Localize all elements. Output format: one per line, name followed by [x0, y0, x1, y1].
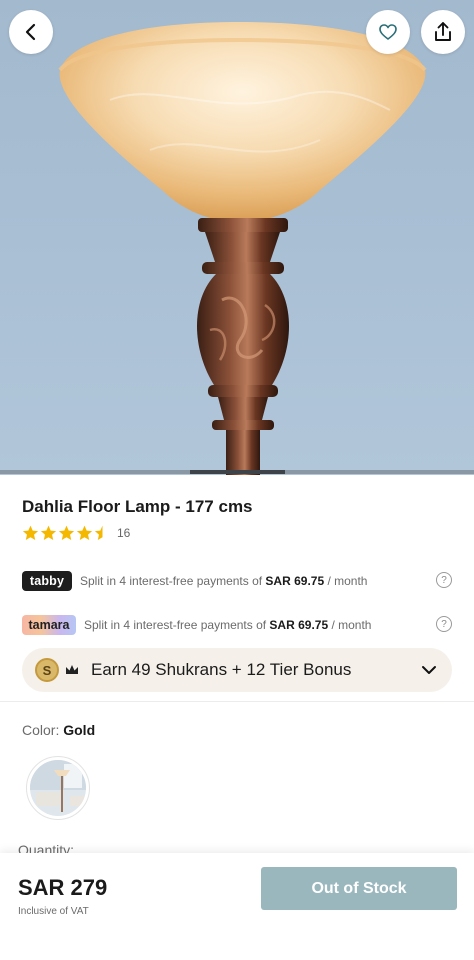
tabby-installment-text: Split in 4 interest-free payments of SAR…: [80, 574, 368, 588]
share-button[interactable]: [421, 10, 465, 54]
vat-note: Inclusive of VAT: [18, 906, 89, 917]
tabby-installment-row[interactable]: tabby Split in 4 interest-free payments …: [22, 570, 452, 592]
tabby-installment-amount: SAR 69.75: [265, 574, 325, 588]
section-divider: [0, 701, 474, 702]
chevron-down-icon[interactable]: [420, 661, 438, 679]
tabby-logo: tabby: [22, 571, 72, 591]
star-icon: [58, 525, 75, 540]
question-circle-icon[interactable]: ?: [436, 572, 452, 588]
product-image: [58, 22, 427, 475]
shukran-text: Earn 49 Shukrans + 12 Tier Bonus: [91, 660, 352, 679]
product-title: Dahlia Floor Lamp - 177 cms: [22, 497, 253, 516]
shukran-coin-icon: S: [35, 658, 59, 682]
color-swatch-thumbnail: [30, 760, 86, 816]
product-image-carousel[interactable]: [0, 0, 474, 475]
star-icon: [22, 525, 39, 540]
image-pager: [0, 470, 474, 474]
product-rating[interactable]: 16: [22, 525, 130, 541]
share-icon: [435, 22, 451, 41]
out-of-stock-button[interactable]: Out of Stock: [261, 867, 457, 910]
color-value: Gold: [63, 722, 96, 738]
tamara-logo: tamara: [22, 615, 76, 635]
star-half-icon: [94, 525, 111, 540]
chevron-left-icon: [25, 23, 36, 41]
star-icon: [40, 525, 57, 540]
crown-icon: [66, 665, 78, 674]
wishlist-button[interactable]: [366, 10, 410, 54]
image-pager-active: [190, 470, 285, 474]
star-icon: [76, 525, 93, 540]
tamara-installment-amount: SAR 69.75: [269, 618, 329, 632]
color-selector-label: Color: Gold: [22, 722, 96, 738]
question-circle-icon[interactable]: ?: [436, 616, 452, 632]
color-swatch-gold[interactable]: [26, 756, 90, 820]
tamara-installment-row[interactable]: tamara Split in 4 interest-free payments…: [22, 614, 452, 636]
back-button[interactable]: [9, 10, 53, 54]
review-count: 16: [117, 526, 131, 540]
shukran-rewards-banner[interactable]: S Earn 49 Shukrans + 12 Tier Bonus: [22, 648, 452, 692]
rating-stars: [22, 525, 111, 541]
tamara-installment-text: Split in 4 interest-free payments of SAR…: [84, 618, 372, 632]
product-price: SAR 279: [18, 875, 108, 900]
heart-icon: [379, 24, 397, 40]
bottom-purchase-bar: SAR 279 Inclusive of VAT Out of Stock: [0, 853, 474, 960]
